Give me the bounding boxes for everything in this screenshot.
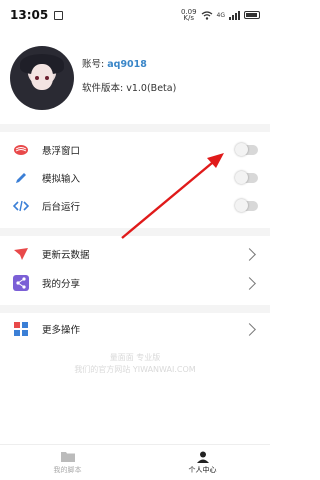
action-row-update-cloud[interactable]: 更新云数据 (0, 241, 270, 267)
chevron-right-icon (243, 247, 256, 261)
code-icon (12, 197, 30, 215)
tab-my-scripts-label: 我的脚本 (53, 465, 82, 474)
watermark-line-1: 量面面 专业版 (109, 353, 161, 362)
pencil-icon (12, 169, 30, 187)
float-window-icon (12, 141, 30, 159)
version-value: v1.0(Beta) (126, 83, 177, 94)
tab-personal-center-label: 个人中心 (188, 465, 217, 474)
network-type: 4G (216, 11, 225, 19)
action-row-my-share[interactable]: 我的分享 (0, 270, 270, 296)
chevron-right-icon (243, 322, 256, 336)
action-row-more[interactable]: 更多操作 (0, 316, 270, 342)
folder-icon (60, 451, 75, 463)
bottom-nav: 我的脚本 个人中心 (0, 444, 270, 480)
avatar[interactable] (10, 46, 74, 110)
signal-icon (229, 10, 240, 20)
network-speed: 0.09 K/s (180, 8, 197, 22)
wifi-icon (201, 10, 212, 20)
float-window-toggle[interactable] (235, 143, 258, 156)
paper-plane-icon (12, 245, 30, 263)
account-line: 账号: aq9018 (82, 56, 147, 70)
setting-label-simulate-input: 模拟输入 (42, 174, 81, 185)
status-bar: 13:05 0.09 K/s 4G (0, 0, 270, 30)
status-time: 13:05 (10, 8, 49, 22)
grid-icon (12, 320, 30, 338)
action-label-update-cloud: 更新云数据 (42, 250, 90, 261)
battery-icon (244, 11, 260, 19)
watermark-line-2: 我们的官方网站 YIWANWAI.COM (74, 365, 196, 374)
tab-personal-center[interactable]: 个人中心 (135, 445, 270, 480)
setting-label-background-run: 后台运行 (42, 202, 81, 213)
tab-my-scripts[interactable]: 我的脚本 (0, 445, 135, 480)
chevron-right-icon (243, 276, 256, 290)
section-divider (0, 305, 270, 313)
account-label: 账号: (82, 59, 105, 70)
setting-row-float-window[interactable]: 悬浮窗口 (0, 137, 270, 163)
profile-section: 账号: aq9018 软件版本: v1.0(Beta) (0, 46, 270, 116)
account-value: aq9018 (107, 59, 147, 70)
action-label-more: 更多操作 (42, 325, 81, 336)
version-label: 软件版本: (82, 83, 124, 94)
background-run-toggle[interactable] (235, 199, 258, 212)
setting-label-float-window: 悬浮窗口 (42, 146, 81, 157)
section-divider (0, 124, 270, 132)
section-divider (0, 228, 270, 236)
setting-row-background-run[interactable]: 后台运行 (0, 193, 270, 219)
screen: 13:05 0.09 K/s 4G 账号: aq9018 软件版本: v1.0(… (0, 0, 270, 480)
screenshot-icon (54, 10, 64, 20)
person-icon (196, 451, 209, 463)
version-line: 软件版本: v1.0(Beta) (82, 80, 176, 94)
setting-row-simulate-input[interactable]: 模拟输入 (0, 165, 270, 191)
status-right: 0.09 K/s 4G (180, 8, 260, 22)
share-icon (12, 274, 30, 292)
action-label-my-share: 我的分享 (42, 279, 81, 290)
simulate-input-toggle[interactable] (235, 171, 258, 184)
